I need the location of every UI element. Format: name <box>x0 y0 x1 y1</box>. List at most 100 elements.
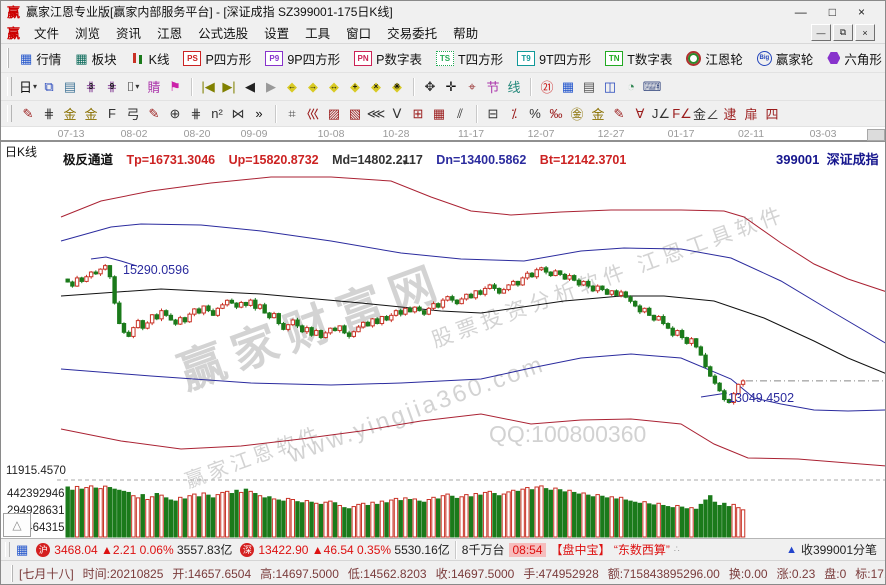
period-selector[interactable]: 日▾ <box>18 77 38 97</box>
ticker-lead[interactable]: 8千万台 <box>462 541 505 558</box>
menu-1[interactable]: 浏览 <box>67 21 108 44</box>
draw-levels-tool[interactable]: ⊟ <box>483 104 503 124</box>
crosshair-tool[interactable]: ✛ <box>441 77 461 97</box>
draw-percent-tool[interactable]: % <box>525 104 545 124</box>
chart-area[interactable]: 赢家财富网 www.yingjia360.com 股票投资分析软件 江恩工具软件… <box>1 141 886 538</box>
draw-angle-tool[interactable]: ⋈ <box>228 104 248 124</box>
gann-wheel-button[interactable]: 江恩轮 <box>681 47 748 70</box>
draw-dai-tool[interactable]: 逮 <box>720 104 740 124</box>
draw-slash-tool[interactable]: ⫽ <box>450 104 470 124</box>
draw-gold-ruler2-tool[interactable]: 金 <box>81 104 101 124</box>
draw-rays-tool[interactable]: ⋘ <box>366 104 386 124</box>
close-button[interactable]: × <box>858 5 865 19</box>
gann-node-tool[interactable]: 节 <box>483 77 503 97</box>
prev-bar-button[interactable]: ◀ <box>240 77 260 97</box>
draw-f-ruler-tool[interactable]: F <box>102 104 122 124</box>
time-chart-button[interactable]: ◔ <box>621 77 641 97</box>
last-bar-button[interactable]: ▶| <box>219 77 239 97</box>
pan-right-button[interactable]: ◆→ <box>303 77 323 97</box>
draw-square-n-tool[interactable]: n² <box>207 104 227 124</box>
draw-grid-tool[interactable]: ⊞ <box>408 104 428 124</box>
draw-arc-tool[interactable]: 弓 <box>123 104 143 124</box>
p-number-button[interactable]: PNP数字表 <box>349 47 427 70</box>
draw-pen-tool[interactable]: ✎ <box>18 104 38 124</box>
info-panel-icon[interactable]: ▤ <box>60 77 80 97</box>
kline-button[interactable]: K线 <box>126 47 175 70</box>
draw-v-tool[interactable]: Ⅴ <box>387 104 407 124</box>
line-tool[interactable]: 线 <box>504 77 524 97</box>
draw-gold-circle-tool[interactable]: ㊎ <box>567 104 587 124</box>
9p-square-button[interactable]: P99P四方形 <box>260 47 345 70</box>
maximize-button[interactable]: □ <box>829 5 836 19</box>
draw-gold-angle-tool[interactable]: 金∠ <box>693 104 719 124</box>
draw-ruler2-tool[interactable]: ⋕ <box>186 104 206 124</box>
sectors-button[interactable]: ▦板块 <box>70 47 121 70</box>
menu-5[interactable]: 设置 <box>256 21 297 44</box>
expand-h-button[interactable]: ◆↔ <box>324 77 344 97</box>
more-tools-button[interactable]: » <box>249 104 269 124</box>
quotes-button[interactable]: ▦行情 <box>15 47 66 70</box>
pan-left-button[interactable]: ◆← <box>282 77 302 97</box>
quote-table-icon[interactable]: ▦ <box>16 543 28 556</box>
save-button[interactable]: ◫ <box>600 77 620 97</box>
draw-j-angle-tool[interactable]: J∠ <box>651 104 671 124</box>
zoom-all-button[interactable]: ◆✳ <box>387 77 407 97</box>
hexagon-button[interactable]: 六角形 <box>822 47 886 70</box>
t-square-button[interactable]: TST四方形 <box>431 47 508 70</box>
menu-6[interactable]: 工具 <box>297 21 338 44</box>
chart3-icon[interactable]: ⋕3 <box>81 77 101 97</box>
overlap-windows-icon[interactable]: ⧉ <box>39 77 59 97</box>
mdi-minimize-button[interactable]: — <box>811 24 831 41</box>
draw-cycle-tool[interactable]: ⊕ <box>165 104 185 124</box>
ticker-news[interactable]: 【盘中宝】 “东数西算” <box>551 541 670 558</box>
draw-four-tool[interactable]: 四 <box>762 104 782 124</box>
draw-av-tool[interactable]: ∀ <box>630 104 650 124</box>
first-bar-button[interactable]: |◀ <box>198 77 218 97</box>
menu-0[interactable]: 文件 <box>26 21 67 44</box>
draw-fan-tool[interactable]: 巛 <box>303 104 323 124</box>
transfer-button[interactable]: ⌨ <box>642 77 662 97</box>
zoom-in-button[interactable]: ◆+ <box>345 77 365 97</box>
menu-7[interactable]: 窗口 <box>338 21 379 44</box>
draw-pct-slash-tool[interactable]: ⁒ <box>504 104 524 124</box>
scroll-corner[interactable] <box>867 129 885 141</box>
chart9-icon[interactable]: ⋕9 <box>102 77 122 97</box>
9t-square-button[interactable]: T99T四方形 <box>512 47 596 70</box>
minimize-button[interactable]: — <box>795 5 807 19</box>
draw-box-tool[interactable]: ▨ <box>324 104 344 124</box>
rights-adjust-icon[interactable]: 䝼 <box>144 77 164 97</box>
candle-style-selector[interactable]: ⌷▾ <box>123 77 143 97</box>
draw-brush-tool[interactable]: ✎ <box>609 104 629 124</box>
receive-tick-label[interactable]: 收399001分笔 <box>801 541 877 558</box>
t-number-button[interactable]: TNT数字表 <box>600 47 677 70</box>
ticker-more[interactable]: ∴ <box>674 544 680 555</box>
flag-mark-icon[interactable]: ⚑ <box>165 77 185 97</box>
draw-gold-ruler-tool[interactable]: 金 <box>60 104 80 124</box>
menu-9[interactable]: 帮助 <box>445 21 486 44</box>
notes-button[interactable]: ▤ <box>579 77 599 97</box>
next-bar-button[interactable]: ▶ <box>261 77 281 97</box>
draw-box2-tool[interactable]: ▧ <box>345 104 365 124</box>
draw-gold-lines-tool[interactable]: 金 <box>588 104 608 124</box>
menu-2[interactable]: 资讯 <box>108 21 149 44</box>
draw-grid2-tool[interactable]: ▦ <box>429 104 449 124</box>
p-square-button[interactable]: PSP四方形 <box>178 47 256 70</box>
menu-3[interactable]: 江恩 <box>149 21 190 44</box>
volume-expand-button[interactable]: △ <box>3 513 31 537</box>
draw-permille-tool[interactable]: ‰ <box>546 104 566 124</box>
pointer-zoom-tool[interactable]: ⌖ <box>462 77 482 97</box>
mdi-close-button[interactable]: × <box>855 24 875 41</box>
winner-wheel-button[interactable]: Big赢家轮 <box>752 47 819 70</box>
menu-8[interactable]: 交易委托 <box>379 21 445 44</box>
calendar-button[interactable]: ㉑ <box>537 77 557 97</box>
draw-f-angle-tool[interactable]: F∠ <box>672 104 692 124</box>
draw-frame-tool[interactable]: ⌗ <box>282 104 302 124</box>
mdi-restore-button[interactable]: ⧉ <box>833 24 853 41</box>
calculator-button[interactable]: ▦ <box>558 77 578 97</box>
zoom-out-button[interactable]: ◆× <box>366 77 386 97</box>
draw-pen2-tool[interactable]: ✎ <box>144 104 164 124</box>
menu-4[interactable]: 公式选股 <box>190 21 256 44</box>
hand-tool[interactable]: ✥ <box>420 77 440 97</box>
draw-fei-tool[interactable]: 扉 <box>741 104 761 124</box>
draw-ruler-tool[interactable]: ⋕ <box>39 104 59 124</box>
